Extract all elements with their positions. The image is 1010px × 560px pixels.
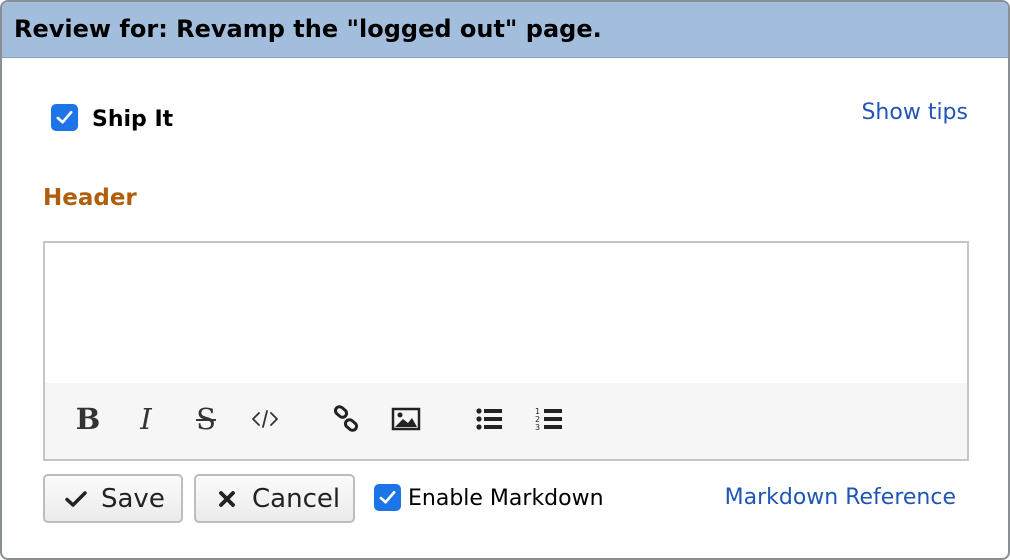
header-editor: B I S 1 2 3: [43, 241, 969, 461]
header-section-label: Header: [43, 185, 137, 211]
link-icon: [333, 405, 359, 432]
checkmark-icon: [379, 490, 396, 504]
ship-it-checkbox[interactable]: [51, 104, 78, 131]
strikethrough-button[interactable]: S: [186, 399, 226, 439]
svg-text:3: 3: [535, 423, 540, 432]
code-icon: [252, 410, 278, 428]
enable-markdown-label[interactable]: Enable Markdown: [408, 486, 604, 511]
numbered-list-button[interactable]: 1 2 3: [529, 399, 569, 439]
checkmark-icon: [56, 110, 73, 124]
save-button[interactable]: Save: [43, 474, 183, 523]
formatting-toolbar: B I S 1 2 3: [45, 383, 967, 459]
numbered-list-icon: 1 2 3: [535, 407, 562, 432]
bold-button[interactable]: B: [68, 399, 108, 439]
header-text-input[interactable]: [45, 243, 967, 385]
dialog-titlebar[interactable]: Review for: Revamp the "logged out" page…: [2, 2, 1008, 58]
cancel-button-label: Cancel: [252, 483, 341, 514]
close-icon: [219, 490, 235, 507]
ship-it-label[interactable]: Ship It: [92, 107, 173, 132]
checkmark-icon: [65, 490, 87, 507]
show-tips-link[interactable]: Show tips: [861, 100, 968, 125]
cancel-button[interactable]: Cancel: [194, 474, 355, 523]
review-dialog: Review for: Revamp the "logged out" page…: [0, 0, 1010, 560]
link-button[interactable]: [326, 399, 366, 439]
strikethrough-icon: S: [196, 401, 216, 436]
dialog-title: Review for: Revamp the "logged out" page…: [14, 15, 602, 43]
bold-icon: B: [75, 401, 101, 436]
image-button[interactable]: [386, 399, 426, 439]
italic-button[interactable]: I: [126, 399, 166, 439]
image-icon: [391, 407, 421, 431]
italic-icon: I: [140, 401, 152, 436]
enable-markdown-checkbox[interactable]: [374, 484, 401, 511]
code-button[interactable]: [245, 399, 285, 439]
bulleted-list-button[interactable]: [469, 399, 509, 439]
markdown-reference-link[interactable]: Markdown Reference: [725, 485, 956, 510]
save-button-label: Save: [101, 483, 165, 514]
bulleted-list-icon: [476, 408, 502, 430]
